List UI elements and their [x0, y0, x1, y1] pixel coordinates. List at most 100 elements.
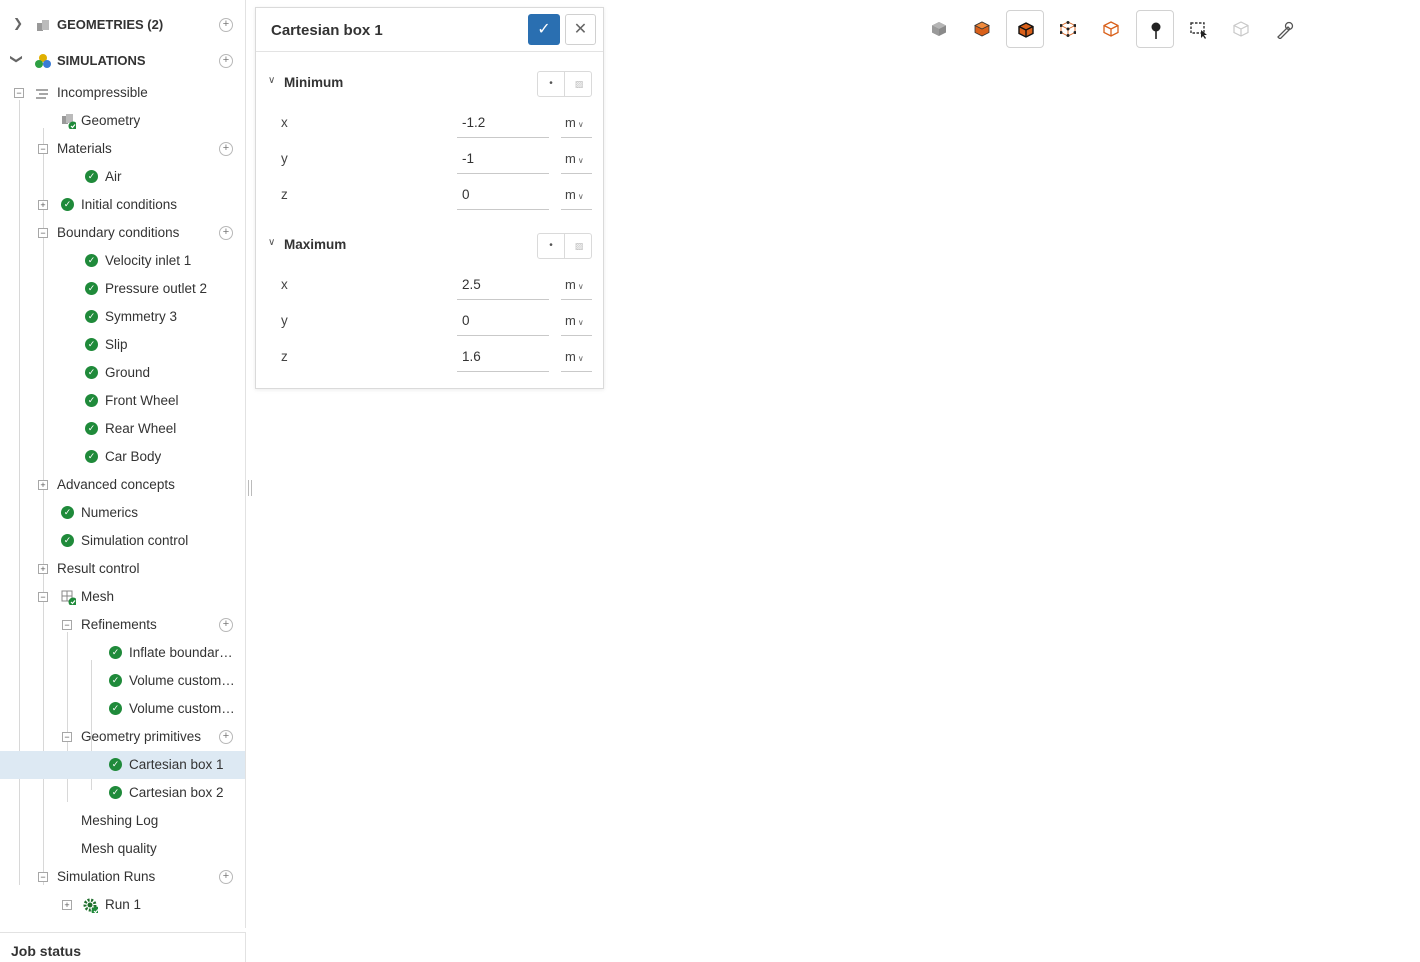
tree-item-cartesian-box-1[interactable]: ✓ Cartesian box 1 [0, 751, 245, 779]
expand-toggle[interactable]: + [62, 900, 72, 910]
add-material-button[interactable]: + [219, 142, 233, 156]
tree-item-boundary-conditions[interactable]: − Boundary conditions + [0, 219, 245, 247]
tree-item-label: Car Body [105, 449, 162, 464]
cube-shaded-icon[interactable] [920, 10, 958, 48]
maximum-y-input[interactable]: 0 [457, 308, 549, 336]
tree-item-rear-wheel[interactable]: ✓ Rear Wheel [0, 415, 245, 443]
tree-item-meshing-log[interactable]: Meshing Log [0, 807, 245, 835]
tree-item-volume-custom-2[interactable]: ✓ Volume custom ... [0, 695, 245, 723]
symmetry-marker[interactable] [731, 485, 777, 531]
check-icon: ✓ [109, 758, 122, 771]
tree-item-air[interactable]: ✓ Air [0, 163, 245, 191]
tree-item-geometry[interactable]: Geometry [0, 107, 245, 135]
unit-select[interactable]: m ∨ [561, 272, 592, 300]
measure-icon[interactable] [1265, 10, 1303, 48]
tree-item-refinements[interactable]: − Refinements + [0, 611, 245, 639]
chevron-down-icon[interactable]: ∨ [268, 237, 275, 248]
tree-item-cartesian-box-2[interactable]: ✓ Cartesian box 2 [0, 779, 245, 807]
tree-item-symmetry[interactable]: ✓ Symmetry 3 [0, 303, 245, 331]
minimum-z-input[interactable]: 0 [457, 182, 549, 210]
chevron-right-icon[interactable]: ❯ [13, 16, 23, 30]
tree-section-simulations[interactable]: ❯ SIMULATIONS + [0, 47, 245, 75]
unit-select[interactable]: m ∨ [561, 344, 592, 372]
tree-item-materials[interactable]: − Materials + [0, 135, 245, 163]
cube-outline-icon[interactable] [1092, 10, 1130, 48]
cube-points-icon[interactable] [1049, 10, 1087, 48]
collapse-toggle[interactable]: − [38, 144, 48, 154]
add-simulation-run-button[interactable]: + [219, 870, 233, 884]
tree-item-mesh[interactable]: − Mesh [0, 583, 245, 611]
unit-select[interactable]: m ∨ [561, 308, 592, 336]
tree-item-label: Advanced concepts [57, 477, 175, 492]
expand-toggle[interactable]: + [38, 480, 48, 490]
cube-orange-icon[interactable] [963, 10, 1001, 48]
minimum-section-header[interactable]: ∨ Minimum • ▨ [256, 68, 603, 98]
add-geometry-primitive-button[interactable]: + [219, 730, 233, 744]
tree-item-inflate-boundary[interactable]: ✓ Inflate boundary... [0, 639, 245, 667]
tree-item-car-body[interactable]: ✓ Car Body [0, 443, 245, 471]
chevron-down-icon[interactable]: ❯ [10, 54, 24, 64]
tree-item-simulation-runs[interactable]: − Simulation Runs + [0, 863, 245, 891]
unit-select[interactable]: m ∨ [561, 110, 592, 138]
cube-edges-icon[interactable] [1006, 10, 1044, 48]
confirm-button[interactable]: ✓ [528, 14, 560, 45]
tree-item-geometry-primitives[interactable]: − Geometry primitives + [0, 723, 245, 751]
mesh-marker-lower-2[interactable] [937, 789, 983, 835]
car-region[interactable] [910, 584, 992, 647]
collapse-toggle[interactable]: − [38, 228, 48, 238]
outlet-marker[interactable] [1377, 562, 1420, 608]
chevron-down-icon[interactable]: ∨ [268, 75, 275, 86]
pin-icon[interactable] [1136, 10, 1174, 48]
job-status-panel[interactable]: Job status [0, 932, 246, 962]
unit-select[interactable]: m ∨ [561, 182, 592, 210]
tree-item-velocity-inlet[interactable]: ✓ Velocity inlet 1 [0, 247, 245, 275]
pick-point-button[interactable]: • [538, 72, 565, 96]
collapse-toggle[interactable]: − [62, 620, 72, 630]
expand-toggle[interactable]: + [38, 564, 48, 574]
pick-from-model-button[interactable]: ▨ [566, 234, 592, 258]
tree-item-result-control[interactable]: + Result control [0, 555, 245, 583]
hidden-parts-icon[interactable] [1222, 10, 1260, 48]
collapse-toggle[interactable]: − [38, 592, 48, 602]
tree-item-slip[interactable]: ✓ Slip [0, 331, 245, 359]
close-button[interactable]: ✕ [565, 14, 596, 45]
add-simulation-button[interactable]: + [219, 54, 233, 68]
tree-item-pressure-outlet[interactable]: ✓ Pressure outlet 2 [0, 275, 245, 303]
maximum-z-input[interactable]: 1.6 [457, 344, 549, 372]
maximum-x-input[interactable]: 2.5 [457, 272, 549, 300]
pick-from-model-button[interactable]: ▨ [566, 72, 592, 96]
tree-item-simulation-control[interactable]: ✓ Simulation control [0, 527, 245, 555]
mesh-marker-lower-1[interactable] [911, 743, 957, 789]
tree-item-initial-conditions[interactable]: + ✓ Initial conditions [0, 191, 245, 219]
tree-item-run-1[interactable]: + Run 1 [0, 891, 245, 919]
minimum-y-input[interactable]: -1 [457, 146, 549, 174]
mesh-marker-left[interactable] [815, 631, 861, 677]
mesh-marker-top[interactable] [1157, 90, 1203, 136]
tree-section-geometries[interactable]: ❯ GEOMETRIES (2) + [0, 11, 245, 39]
collapse-toggle[interactable]: − [38, 872, 48, 882]
tree-item-incompressible[interactable]: − Incompressible [0, 79, 245, 107]
mesh-marker-lower-3[interactable] [899, 866, 945, 912]
panel-resize-handle[interactable] [248, 480, 252, 496]
collapse-toggle[interactable]: − [14, 88, 24, 98]
expand-toggle[interactable]: + [38, 200, 48, 210]
tree-item-volume-custom-1[interactable]: ✓ Volume custom ... [0, 667, 245, 695]
box-top-face[interactable] [601, 225, 1363, 437]
collapse-toggle[interactable]: − [62, 732, 72, 742]
tree-item-front-wheel[interactable]: ✓ Front Wheel [0, 387, 245, 415]
add-boundary-condition-button[interactable]: + [219, 226, 233, 240]
box-side-face[interactable] [1167, 396, 1363, 698]
maximum-section-header[interactable]: ∨ Maximum • ▨ [256, 230, 603, 260]
tree-item-mesh-quality[interactable]: Mesh quality [0, 835, 245, 863]
box-select-icon[interactable] [1179, 10, 1217, 48]
tree-item-label: Pressure outlet 2 [105, 281, 208, 296]
tree-item-ground[interactable]: ✓ Ground [0, 359, 245, 387]
tree-item-numerics[interactable]: ✓ Numerics [0, 499, 245, 527]
unit-select[interactable]: m ∨ [561, 146, 592, 174]
minimum-x-input[interactable]: -1.2 [457, 110, 549, 138]
tree-item-advanced-concepts[interactable]: + Advanced concepts [0, 471, 245, 499]
add-geometry-button[interactable]: + [219, 18, 233, 32]
add-refinement-button[interactable]: + [219, 618, 233, 632]
pick-point-button[interactable]: • [538, 234, 565, 258]
box-front-face[interactable] [551, 255, 1189, 698]
